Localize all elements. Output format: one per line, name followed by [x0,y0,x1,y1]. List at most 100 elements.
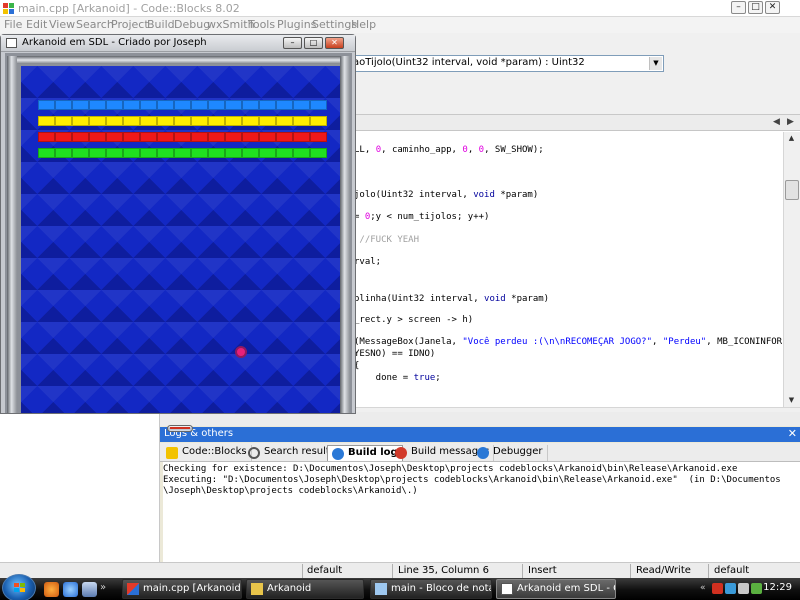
menu-view[interactable]: View [49,18,75,31]
brick [208,116,225,126]
window-icon [6,38,17,48]
internet-explorer-icon[interactable] [63,582,78,597]
taskbar-label: main.cpp [Arkanoid] - ... [143,583,242,594]
function-combo[interactable]: aoTijolo(Uint32 interval, void *param) :… [330,55,664,72]
tray-expand-icon[interactable]: « [700,583,706,593]
menu-plugins[interactable]: Plugins [277,18,316,31]
scroll-up-icon[interactable]: ▲ [784,132,799,145]
brick [106,148,123,158]
tab-codeblocks[interactable]: Code::Blocks [162,445,252,461]
tray-network-icon[interactable] [725,583,736,594]
editor-tabstrip: ◀ ▶ [355,115,800,131]
menubar: File Edit View Search Project Build Debu… [0,17,800,33]
brick [191,116,208,126]
menu-search[interactable]: Search [76,18,114,31]
status-encoding: default [307,565,343,576]
taskbar: » main.cpp [Arkanoid] - ... Arkanoid mai… [0,574,800,600]
quicklaunch-more-icon[interactable]: » [100,582,108,597]
tab-scroll-right-icon[interactable]: ▶ [787,117,794,127]
brick [55,148,72,158]
tray-security-icon[interactable] [751,583,762,594]
menu-tools[interactable]: Tools [248,18,275,31]
maximize-icon[interactable]: □ [748,1,763,14]
paddle[interactable] [167,425,193,432]
taskbar-button-arkanoid-sdl[interactable]: Arkanoid em SDL - Cri... [496,579,616,599]
brick [191,148,208,158]
brick [157,132,174,142]
brick [157,116,174,126]
tab-search-results[interactable]: Search results [244,445,341,461]
brick [174,100,191,110]
tray-volume-icon[interactable] [738,583,749,594]
panel-splitter[interactable] [160,412,800,426]
taskbar-button-arkanoid-folder[interactable]: Arkanoid [246,579,364,599]
codeblocks-app-icon [3,3,14,14]
brick [55,132,72,142]
window-icon [501,583,513,595]
menu-build[interactable]: Build [147,18,175,31]
code-line: //FUCK YEAH [355,235,420,245]
taskbar-button-notepad[interactable]: main - Bloco de notas [370,579,492,599]
scroll-down-icon[interactable]: ▼ [784,394,799,407]
windows-logo-icon [14,583,26,594]
window-title: main.cpp [Arkanoid] - Code::Blocks 8.02 [18,2,240,15]
arkanoid-sdl-window[interactable]: Arkanoid em SDL - Criado por Joseph – □ … [0,34,356,432]
log-line: Checking for existence: D:\Documentos\Jo… [163,464,738,474]
maximize-icon[interactable]: □ [304,37,323,49]
menu-project[interactable]: Project [111,18,149,31]
code-line: olinha(Uint32 interval, void *param) [355,294,550,304]
menu-edit[interactable]: Edit [26,18,47,31]
close-icon[interactable]: ✕ [788,427,797,440]
brick [191,132,208,142]
brick [242,132,259,142]
debugger-icon [477,447,489,459]
clock[interactable]: 12:29 [763,582,792,593]
code-editor[interactable]: ◀ ▶ LL, 0, caminho_app, 0, 0, SW_SHOW); j… [355,115,800,423]
brick [55,100,72,110]
show-desktop-icon[interactable] [82,582,97,597]
tab-scroll-left-icon[interactable]: ◀ [773,117,780,127]
code-line: rval; [355,257,382,267]
code-text-area[interactable]: LL, 0, caminho_app, 0, 0, SW_SHOW); jolo(… [355,132,783,407]
brick [174,132,191,142]
minimize-icon[interactable]: – [731,1,746,14]
playfield [21,66,340,413]
game-canvas[interactable] [5,53,352,432]
taskbar-label: Arkanoid [267,583,312,594]
status-cursor-position: Line 35, Column 6 [398,565,489,576]
editor-vertical-scrollbar[interactable]: ▲ ▼ [783,132,800,407]
minimize-icon[interactable]: – [283,37,302,49]
close-icon[interactable]: ✕ [765,1,780,14]
sdl-titlebar[interactable]: Arkanoid em SDL - Criado por Joseph – □ … [1,35,355,52]
brick [208,132,225,142]
function-combo-value: aoTijolo(Uint32 interval, void *param) :… [353,57,585,68]
log-line: \Joseph\Desktop\projects codeblocks\Arka… [163,486,418,496]
menu-help[interactable]: Help [351,18,376,31]
brick [174,148,191,158]
folder-icon [251,583,263,595]
menu-file[interactable]: File [4,18,22,31]
brick [310,100,327,110]
tab-label: Code::Blocks [182,446,247,457]
search-icon [248,447,260,459]
scrollbar-thumb[interactable] [785,180,799,200]
brick [310,148,327,158]
firefox-icon[interactable] [44,582,59,597]
status-insert-mode: Insert [528,565,557,576]
taskbar-button-codeblocks[interactable]: main.cpp [Arkanoid] - ... [122,579,242,599]
brick [123,132,140,142]
close-icon[interactable]: ✕ [325,37,344,49]
brick [293,116,310,126]
chevron-down-icon[interactable]: ▼ [649,57,662,70]
brick [259,148,276,158]
menu-debug[interactable]: Debug [174,18,210,31]
start-button[interactable] [2,574,36,600]
build-messages-icon [395,447,407,459]
brick [174,116,191,126]
tray-antivirus-icon[interactable] [712,583,723,594]
brick [276,116,293,126]
brick [38,148,55,158]
build-log-output[interactable]: Checking for existence: D:\Documentos\Jo… [163,462,800,562]
tab-debugger[interactable]: Debugger [473,445,548,461]
brick [38,132,55,142]
